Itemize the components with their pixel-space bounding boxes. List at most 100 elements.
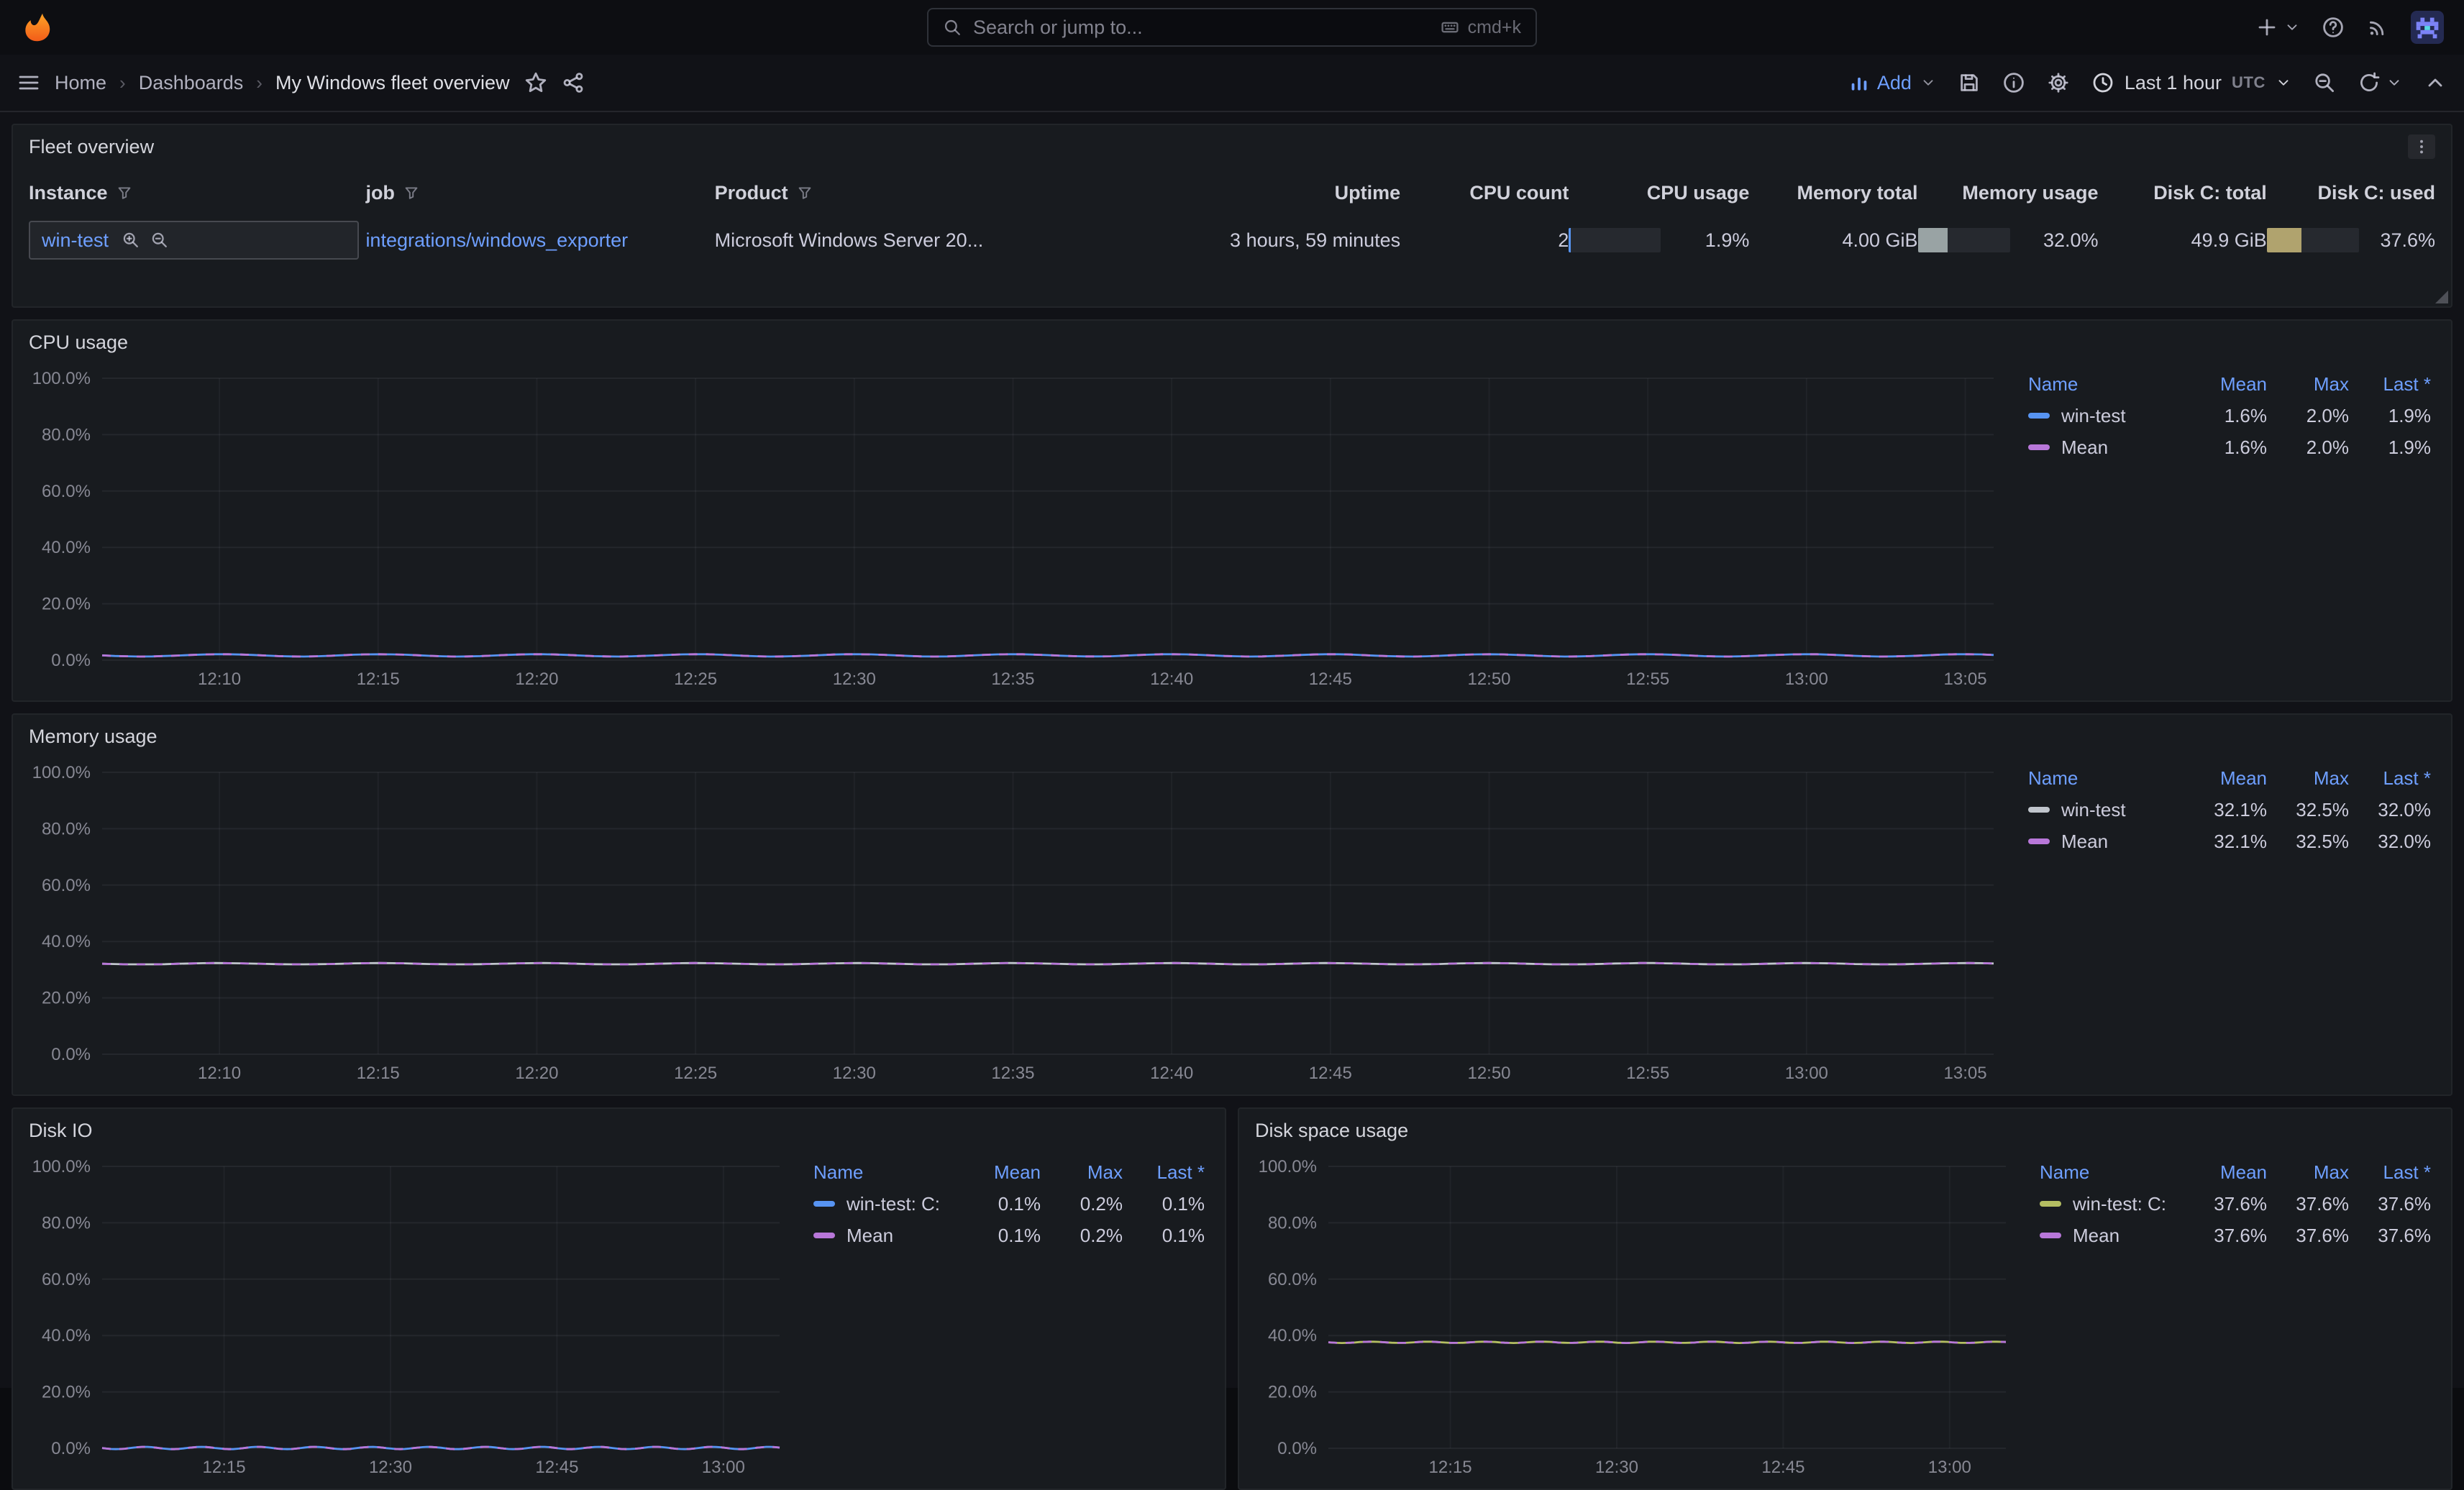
legend-column-header[interactable]: Mean [2185,1161,2267,1184]
legend-row[interactable]: win-test32.1%32.5%32.0% [2028,794,2431,826]
panel-menu-button[interactable] [2408,134,2435,159]
legend-column-header[interactable]: Last * [2349,373,2431,396]
save-dashboard-button[interactable] [1958,71,1981,94]
legend-column-header[interactable]: Name [2028,373,2185,396]
column-header-uptime[interactable]: Uptime [1112,171,1401,214]
axis-label: 40.0% [42,1326,91,1345]
column-header-instance[interactable]: Instance [29,182,108,204]
disk-space-usage-chart[interactable]: 0.0%20.0%40.0%60.0%80.0%100.0%12:1512:30… [1245,1152,2022,1483]
breadcrumb-home[interactable]: Home [55,72,106,94]
legend-column-header[interactable]: Mean [2185,373,2267,396]
axis-label: 100.0% [32,369,91,388]
filter-icon[interactable] [403,185,419,201]
series-name[interactable]: Mean [847,1225,893,1247]
axis-label: 20.0% [42,595,91,614]
breadcrumb-dashboards[interactable]: Dashboards [139,72,244,94]
chart-canvas[interactable]: 0.0%20.0%40.0%60.0%80.0%100.0%12:1512:30… [1245,1152,2023,1483]
user-avatar[interactable] [2411,11,2444,44]
legend-column-header[interactable]: Mean [959,1161,1041,1184]
legend-row[interactable]: Mean37.6%37.6%37.6% [2040,1220,2431,1251]
series-name[interactable]: win-test [2061,799,2126,821]
axis-label: 60.0% [42,876,91,895]
chart-canvas[interactable]: 0.0%20.0%40.0%60.0%80.0%100.0%12:1012:15… [19,364,2011,695]
zoom-out-time-button[interactable] [2313,71,2336,94]
legend-row[interactable]: Mean1.6%2.0%1.9% [2028,431,2431,463]
column-header-memory-usage[interactable]: Memory usage [1918,171,2099,214]
legend-column-header[interactable]: Max [2267,767,2349,790]
dashboard-insights-button[interactable] [2002,71,2025,94]
axis-label: 12:45 [1309,669,1352,689]
legend-row[interactable]: win-test: C:0.1%0.2%0.1% [813,1188,1205,1220]
legend-column-header[interactable]: Max [2267,1161,2349,1184]
series-name[interactable]: win-test: C: [2073,1193,2166,1215]
panel-title[interactable]: Fleet overview [29,136,154,158]
panel-title[interactable]: Disk space usage [1255,1120,1408,1142]
column-header-cpu-usage[interactable]: CPU usage [1569,171,1749,214]
job-link[interactable]: integrations/windows_exporter [365,229,628,251]
column-header-memory-total[interactable]: Memory total [1749,171,1917,214]
time-range-picker[interactable]: Last 1 hour UTC [2091,71,2291,94]
legend-column-header[interactable]: Mean [2185,767,2267,790]
dashboard-settings-button[interactable] [2047,71,2070,94]
add-panel-button[interactable]: Add [1850,72,1936,94]
chevron-down-icon [2386,75,2402,91]
news-button[interactable] [2366,16,2389,39]
column-header-job[interactable]: job [365,182,395,204]
series-name[interactable]: Mean [2073,1225,2120,1247]
axis-label: 12:55 [1626,669,1669,689]
legend-column-header[interactable]: Max [2267,373,2349,396]
panel-title[interactable]: CPU usage [29,332,128,354]
panel-disk-io: Disk IO 0.0%20.0%40.0%60.0%80.0%100.0%12… [12,1107,1226,1490]
search-input[interactable]: Search or jump to... cmd+k [927,8,1537,47]
column-header-product[interactable]: Product [715,182,788,204]
filter-icon[interactable] [117,185,132,201]
legend-column-header[interactable]: Last * [2349,1161,2431,1184]
column-header-disk-total[interactable]: Disk C: total [2099,171,2267,214]
refresh-button[interactable] [2358,71,2402,94]
legend-row[interactable]: win-test: C:37.6%37.6%37.6% [2040,1188,2431,1220]
column-header-disk-used[interactable]: Disk C: used [2267,171,2435,214]
settings-icon [2047,71,2070,94]
breadcrumb: Home › Dashboards › My Windows fleet ove… [55,72,510,94]
filter-icon[interactable] [797,185,813,201]
resize-handle[interactable] [2435,291,2448,303]
legend-value: 0.1% [959,1225,1041,1247]
share-button[interactable] [562,71,585,94]
legend-row[interactable]: Mean0.1%0.2%0.1% [813,1220,1205,1251]
uptime-value: 3 hours, 59 minutes [1112,214,1401,266]
new-menu-button[interactable] [2255,16,2300,39]
series-name[interactable]: win-test: C: [847,1193,940,1215]
favorite-button[interactable] [524,71,547,94]
legend-row[interactable]: win-test1.6%2.0%1.9% [2028,400,2431,431]
cpu-usage-chart[interactable]: 0.0%20.0%40.0%60.0%80.0%100.0%12:1012:15… [19,364,2011,695]
panel-title[interactable]: Disk IO [29,1120,93,1142]
legend-value: 32.0% [2349,799,2431,821]
legend-column-header[interactable]: Name [813,1161,959,1184]
series-name[interactable]: Mean [2061,437,2108,459]
chart-canvas[interactable]: 0.0%20.0%40.0%60.0%80.0%100.0%12:1012:15… [19,758,2011,1089]
chart-canvas[interactable]: 0.0%20.0%40.0%60.0%80.0%100.0%12:1512:30… [19,1152,797,1483]
panel-title[interactable]: Memory usage [29,726,158,748]
instance-link[interactable]: win-test [42,229,109,252]
help-button[interactable] [2322,16,2345,39]
legend-column-header[interactable]: Last * [2349,767,2431,790]
legend-value: 32.5% [2267,831,2349,853]
gauge-track [1569,228,1661,252]
column-header-cpu-count[interactable]: CPU count [1400,171,1569,214]
legend-column-header[interactable]: Last * [1123,1161,1205,1184]
legend-column-header[interactable]: Max [1041,1161,1123,1184]
memory-usage-chart[interactable]: 0.0%20.0%40.0%60.0%80.0%100.0%12:1012:15… [19,758,2011,1089]
legend-row[interactable]: Mean32.1%32.5%32.0% [2028,826,2431,857]
legend-column-header[interactable]: Name [2040,1161,2185,1184]
disk-io-chart[interactable]: 0.0%20.0%40.0%60.0%80.0%100.0%12:1512:30… [19,1152,796,1483]
zoom-in-icon[interactable] [122,231,140,250]
gauge-fill [2267,228,2301,252]
mega-menu-button[interactable] [17,71,40,94]
collapse-toolbar-button[interactable] [2424,71,2447,94]
series-name[interactable]: Mean [2061,831,2108,853]
axis-label: 12:45 [1761,1458,1804,1477]
series-name[interactable]: win-test [2061,405,2126,427]
grafana-logo[interactable] [20,10,55,45]
zoom-out-row-icon[interactable] [150,231,169,250]
legend-column-header[interactable]: Name [2028,767,2185,790]
